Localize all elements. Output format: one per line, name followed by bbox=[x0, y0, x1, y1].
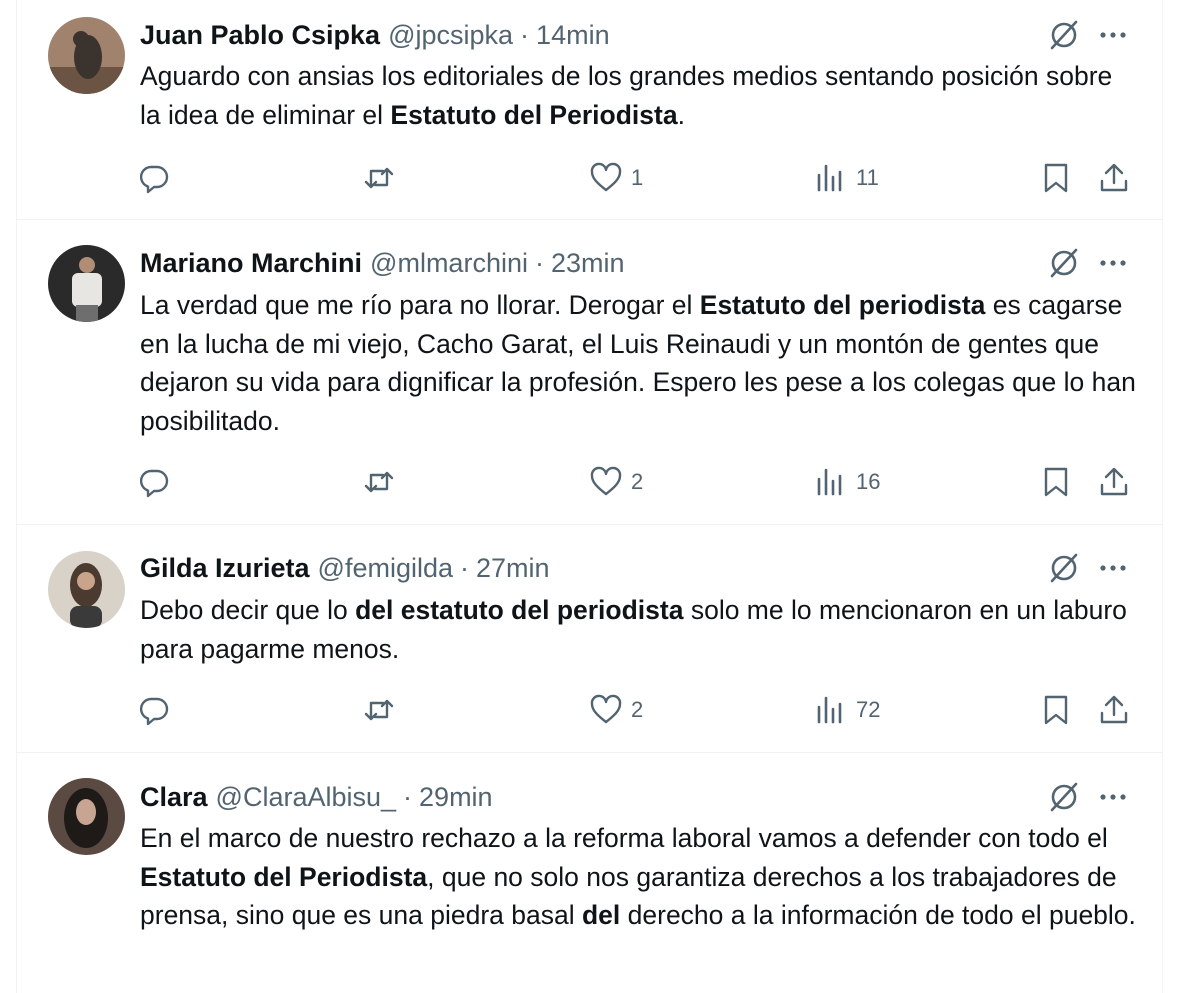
bookmark-icon bbox=[1044, 163, 1068, 193]
timestamp[interactable]: 27min bbox=[476, 553, 550, 584]
separator: · bbox=[403, 781, 413, 812]
avatar[interactable] bbox=[48, 551, 125, 628]
share-icon bbox=[1100, 163, 1128, 192]
separator: · bbox=[520, 19, 530, 50]
timestamp[interactable]: 14min bbox=[536, 20, 610, 51]
heart-icon bbox=[590, 694, 622, 724]
share-icon bbox=[1100, 695, 1128, 724]
tweet-text: En el marco de nuestro rechazo a la refo… bbox=[140, 823, 1136, 930]
retweet-icon bbox=[364, 699, 394, 721]
like-count: 1 bbox=[631, 165, 644, 190]
like-button[interactable]: 2 bbox=[589, 690, 643, 730]
views-button[interactable]: 72 bbox=[814, 690, 880, 730]
tweet-header: Mariano Marchini @mlmarchini · 23min bbox=[140, 247, 625, 279]
timestamp[interactable]: 23min bbox=[551, 248, 625, 279]
more-icon[interactable] bbox=[1096, 551, 1130, 585]
bookmark-button[interactable] bbox=[1039, 462, 1073, 502]
heart-icon bbox=[590, 466, 622, 496]
heart-icon bbox=[590, 162, 622, 192]
tweet-header: Clara @ClaraAlbisu_ · 29min bbox=[140, 781, 493, 813]
author-handle[interactable]: @femigilda bbox=[318, 553, 453, 584]
retweet-button[interactable] bbox=[362, 158, 396, 198]
tweet[interactable]: Mariano Marchini @mlmarchini · 23min La … bbox=[17, 220, 1162, 525]
share-button[interactable] bbox=[1097, 462, 1131, 502]
reply-button[interactable] bbox=[137, 690, 171, 730]
timestamp[interactable]: 29min bbox=[419, 782, 493, 813]
author-name[interactable]: Juan Pablo Csipka bbox=[140, 20, 380, 51]
avatar[interactable] bbox=[48, 245, 125, 322]
view-count: 16 bbox=[856, 469, 881, 494]
avatar[interactable] bbox=[48, 778, 125, 855]
grok-icon[interactable] bbox=[1047, 18, 1081, 52]
avatar[interactable] bbox=[48, 17, 125, 94]
retweet-button[interactable] bbox=[362, 690, 396, 730]
tweet[interactable]: Clara @ClaraAlbisu_ · 29min En el marco … bbox=[17, 753, 1162, 993]
tweet-text: La verdad que me río para no llorar. Der… bbox=[140, 290, 1136, 436]
separator: · bbox=[534, 247, 544, 278]
like-button[interactable]: 2 bbox=[589, 462, 643, 502]
timeline: Juan Pablo Csipka @jpcsipka · 14min Agua… bbox=[16, 0, 1163, 993]
view-count: 72 bbox=[856, 697, 881, 722]
more-icon[interactable] bbox=[1096, 780, 1130, 814]
author-handle[interactable]: @mlmarchini bbox=[370, 248, 528, 279]
views-button[interactable]: 11 bbox=[814, 158, 879, 198]
share-button[interactable] bbox=[1097, 690, 1131, 730]
action-bar: 1 11 bbox=[17, 158, 1162, 198]
views-icon bbox=[817, 696, 842, 724]
action-bar: 2 72 bbox=[17, 690, 1162, 730]
like-button[interactable]: 1 bbox=[589, 158, 643, 198]
grok-icon[interactable] bbox=[1047, 780, 1081, 814]
grok-icon[interactable] bbox=[1047, 246, 1081, 280]
like-count: 2 bbox=[631, 469, 644, 494]
tweet-header: Juan Pablo Csipka @jpcsipka · 14min bbox=[140, 19, 610, 51]
reply-icon bbox=[139, 469, 169, 498]
more-icon[interactable] bbox=[1096, 18, 1130, 52]
bookmark-button[interactable] bbox=[1039, 158, 1073, 198]
reply-button[interactable] bbox=[137, 462, 171, 502]
tweet-header: Gilda Izurieta @femigilda · 27min bbox=[140, 552, 550, 584]
like-count: 2 bbox=[631, 697, 644, 722]
retweet-button[interactable] bbox=[362, 462, 396, 502]
more-icon[interactable] bbox=[1096, 246, 1130, 280]
bookmark-icon bbox=[1044, 467, 1068, 497]
bookmark-icon bbox=[1044, 695, 1068, 725]
view-count: 11 bbox=[856, 165, 879, 190]
tweet-text: Debo decir que lo del estatuto del perio… bbox=[140, 595, 1127, 664]
retweet-icon bbox=[364, 167, 394, 189]
author-handle[interactable]: @jpcsipka bbox=[388, 20, 513, 51]
share-button[interactable] bbox=[1097, 158, 1131, 198]
tweet-text: Aguardo con ansias los editoriales de lo… bbox=[140, 61, 1113, 130]
author-name[interactable]: Mariano Marchini bbox=[140, 248, 362, 279]
author-name[interactable]: Gilda Izurieta bbox=[140, 553, 310, 584]
action-bar: 2 16 bbox=[17, 462, 1162, 502]
tweet[interactable]: Juan Pablo Csipka @jpcsipka · 14min Agua… bbox=[17, 0, 1162, 220]
author-name[interactable]: Clara bbox=[140, 782, 208, 813]
author-handle[interactable]: @ClaraAlbisu_ bbox=[216, 782, 396, 813]
separator: · bbox=[460, 552, 470, 583]
grok-icon[interactable] bbox=[1047, 551, 1081, 585]
reply-button[interactable] bbox=[137, 158, 171, 198]
share-icon bbox=[1100, 467, 1128, 496]
views-icon bbox=[817, 468, 842, 496]
views-button[interactable]: 16 bbox=[814, 462, 880, 502]
views-icon bbox=[817, 164, 842, 192]
reply-icon bbox=[139, 165, 169, 194]
retweet-icon bbox=[364, 471, 394, 493]
reply-icon bbox=[139, 697, 169, 726]
bookmark-button[interactable] bbox=[1039, 690, 1073, 730]
tweet[interactable]: Gilda Izurieta @femigilda · 27min Debo d… bbox=[17, 525, 1162, 753]
